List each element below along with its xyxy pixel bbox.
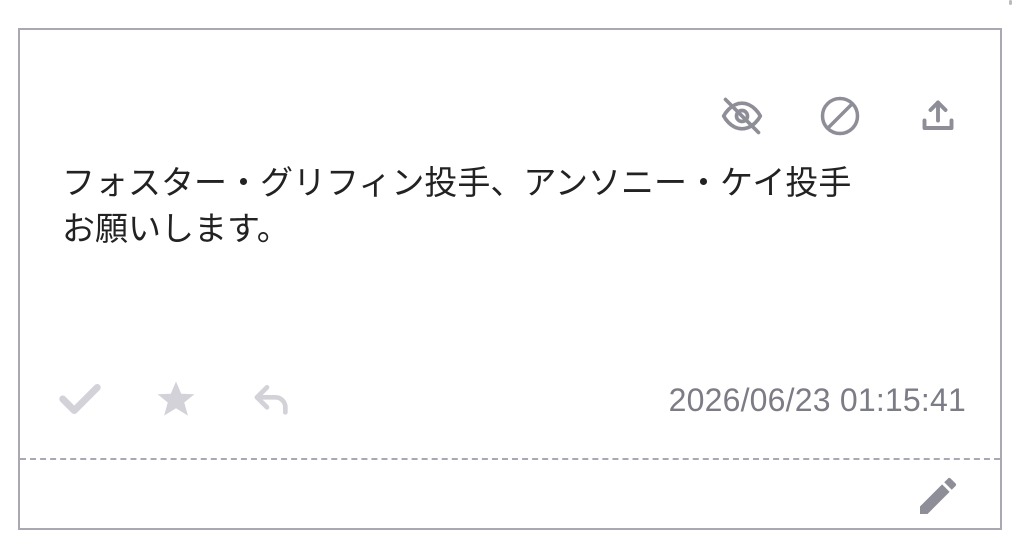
message-line-1: フォスター・グリフィン投手、アンソニー・ケイ投手	[62, 163, 852, 202]
message-timestamp: 2026/06/23 01:15:41	[668, 382, 966, 418]
card-divider	[20, 458, 1000, 460]
upload-icon	[922, 100, 954, 130]
star-icon	[157, 381, 195, 416]
block-icon	[820, 96, 860, 136]
pencil-icon	[920, 478, 956, 514]
block-button[interactable]	[816, 92, 864, 140]
check-button[interactable]	[56, 375, 104, 423]
message-text: フォスター・グリフィン投手、アンソニー・ケイ投手 お願いします。	[62, 160, 962, 252]
message-card: フォスター・グリフィン投手、アンソニー・ケイ投手 お願いします。 2026/06…	[18, 28, 1002, 530]
corner-marker	[1009, 0, 1012, 5]
reply-button[interactable]	[248, 375, 296, 423]
card-bottom-actions	[56, 375, 296, 423]
reply-icon	[254, 385, 288, 415]
check-icon	[59, 384, 101, 414]
eye-off-icon	[721, 97, 763, 135]
edit-button[interactable]	[912, 470, 964, 522]
card-top-actions	[718, 92, 962, 140]
hide-button[interactable]	[718, 92, 766, 140]
star-button[interactable]	[152, 375, 200, 423]
message-line-2: お願いします。	[62, 209, 290, 248]
share-button[interactable]	[914, 92, 962, 140]
